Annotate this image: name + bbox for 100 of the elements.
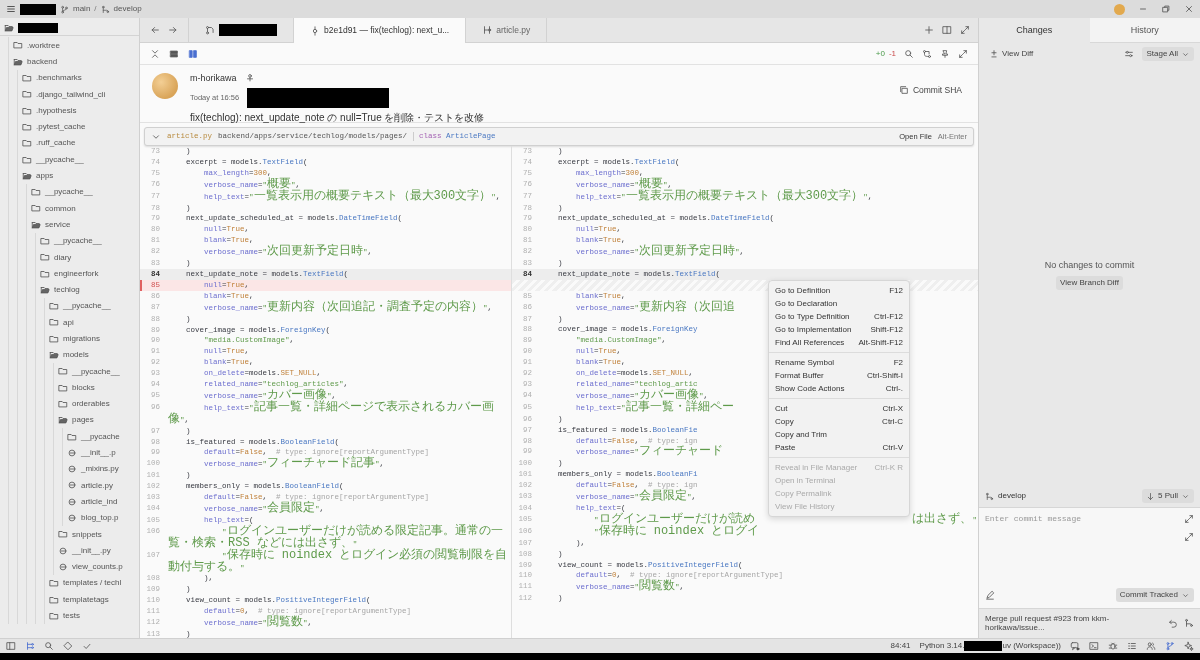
tree-item[interactable]: __pycache__ [27, 183, 139, 201]
view-diff-button[interactable]: View Diff [985, 47, 1038, 61]
search-icon[interactable] [904, 48, 914, 59]
tree-item[interactable]: templatetags [45, 591, 139, 608]
tree-item[interactable]: __pycache [63, 428, 139, 445]
tree-item[interactable]: api [45, 314, 139, 331]
check-icon[interactable] [82, 641, 92, 651]
split-pane-icon[interactable] [942, 25, 952, 35]
terminal-icon[interactable] [1089, 641, 1099, 651]
menu-item[interactable]: Paste Ctrl-V [769, 441, 909, 454]
tree-item[interactable]: __pycache__ [36, 232, 139, 250]
tree-item[interactable]: blog_top.p [63, 509, 139, 527]
tree-item[interactable]: __pycache__ [18, 151, 139, 168]
tree-item[interactable]: _mixins.py [63, 461, 139, 478]
tree-item[interactable]: apps [18, 167, 139, 184]
author-icon [244, 73, 255, 84]
chat-icon[interactable] [1070, 641, 1080, 651]
split-view-icon[interactable] [188, 48, 198, 59]
view-branch-diff-button[interactable]: View Branch Diff [1056, 276, 1123, 290]
expand-icon[interactable] [1184, 513, 1194, 524]
collapse-icon[interactable] [150, 48, 160, 59]
tree-item[interactable]: models [45, 346, 139, 364]
tree-item[interactable]: article_ind [63, 493, 139, 510]
tree-item[interactable]: article.py [63, 477, 139, 494]
tree-item[interactable]: __pycache__ [54, 363, 139, 380]
tree-item[interactable]: __init__.py [54, 542, 139, 559]
pin-icon[interactable] [940, 48, 950, 59]
tree-item[interactable]: templates / techl [45, 575, 139, 592]
bug-icon[interactable] [1108, 641, 1118, 651]
plus-icon[interactable] [924, 25, 934, 35]
stage-all-button[interactable]: Stage All [1142, 47, 1194, 61]
tree-item[interactable]: .pytest_cache [18, 118, 139, 136]
environment-name[interactable]: uv (Workspace)) [1002, 641, 1061, 651]
tree-item[interactable]: tests [45, 607, 139, 624]
filter-icon[interactable] [1124, 49, 1135, 59]
editor-tab[interactable]: b2e1d91 — fix(techlog): next_u... [294, 18, 467, 43]
menu-icon[interactable] [6, 4, 16, 14]
tree-item[interactable]: .hypothesis [18, 102, 139, 119]
menu-item[interactable]: Rename Symbol F2 [769, 356, 909, 369]
expand-icon[interactable] [958, 48, 968, 59]
tree-item[interactable]: blocks [54, 379, 139, 396]
project-tree-icon[interactable] [25, 641, 35, 651]
menu-item[interactable]: Cut Ctrl-X [769, 402, 909, 415]
commit-button[interactable]: Commit Tracked [1115, 588, 1194, 602]
tree-item[interactable]: techlog [36, 281, 139, 299]
tree-item[interactable]: common [27, 200, 139, 217]
tree-item[interactable]: view_counts.p [54, 558, 139, 576]
expand-icon[interactable] [960, 25, 970, 35]
python-version[interactable]: Python 3.14. [919, 641, 965, 651]
menu-item[interactable]: Copy Ctrl-C [769, 415, 909, 428]
tree-item[interactable]: .benchmarks [18, 69, 139, 87]
pull-button[interactable]: 5 Pull [1142, 489, 1194, 503]
branch-icon [985, 491, 994, 501]
menu-item[interactable]: Go to Declaration [769, 297, 909, 310]
tree-item[interactable]: service [27, 216, 139, 233]
sparkle-icon[interactable] [1184, 641, 1194, 651]
diagnostics-icon[interactable] [63, 641, 73, 651]
back-arrow-icon[interactable] [150, 25, 160, 35]
sidebar-icon[interactable] [6, 641, 16, 651]
tree-item[interactable]: orderables [54, 395, 139, 413]
menu-item[interactable]: Find All References Alt-Shift-F12 [769, 336, 909, 349]
expand-icon[interactable] [1184, 531, 1194, 542]
commit-message-field[interactable]: Enter commit message [985, 513, 1184, 589]
tree-item[interactable]: .django_tailwind_cli [18, 86, 139, 103]
menu-item[interactable]: Go to Type Definition Ctrl-F12 [769, 310, 909, 323]
panel-tab[interactable]: History [1089, 18, 1200, 43]
unified-view-icon[interactable] [169, 48, 179, 59]
branch-button[interactable]: main [60, 4, 91, 14]
tree-item[interactable]: pages [54, 412, 139, 429]
tree-item[interactable]: engineerfork [36, 265, 139, 282]
pencil-icon[interactable] [985, 590, 995, 600]
tree-item[interactable]: .worktree [9, 37, 139, 54]
branch-icon[interactable] [1184, 618, 1194, 629]
close-icon[interactable] [1184, 4, 1194, 14]
tree-item[interactable] [0, 20, 139, 37]
menu-item[interactable]: Format Buffer Ctrl-Shift-I [769, 369, 909, 382]
tree-item[interactable]: __init__.p [63, 444, 139, 461]
undo-icon[interactable] [1168, 618, 1178, 629]
restore-icon[interactable] [1161, 4, 1171, 14]
tree-item[interactable]: diary [36, 249, 139, 266]
menu-item[interactable]: Show Code Actions Ctrl-. [769, 382, 909, 395]
search-icon[interactable] [44, 641, 54, 651]
branch-button[interactable]: develop [100, 4, 142, 14]
commit-message-box[interactable]: Enter commit message Commit Tracked [979, 506, 1200, 609]
branch-selector[interactable]: develop [985, 491, 1027, 501]
branch-icon[interactable] [922, 48, 932, 59]
tree-item[interactable]: __pycache__ [45, 298, 139, 315]
tree-item[interactable]: snippets [54, 526, 139, 543]
copy-sha-button[interactable]: Commit SHA [894, 83, 966, 98]
tree-item[interactable]: .ruff_cache [18, 135, 139, 152]
menu-item[interactable]: Copy and Trim [769, 428, 909, 441]
tree-item[interactable]: migrations [45, 330, 139, 347]
cursor-position[interactable]: 84:41 [890, 641, 911, 651]
menu-item[interactable]: Go to Definition F12 [769, 284, 909, 297]
forward-arrow-icon[interactable] [168, 25, 178, 35]
menu-item[interactable]: Go to Implementation Shift-F12 [769, 323, 909, 336]
users-icon[interactable] [1146, 641, 1156, 651]
branch-icon[interactable] [1165, 641, 1175, 651]
outline-icon[interactable] [1127, 641, 1137, 651]
tree-item[interactable]: backend [9, 53, 139, 70]
